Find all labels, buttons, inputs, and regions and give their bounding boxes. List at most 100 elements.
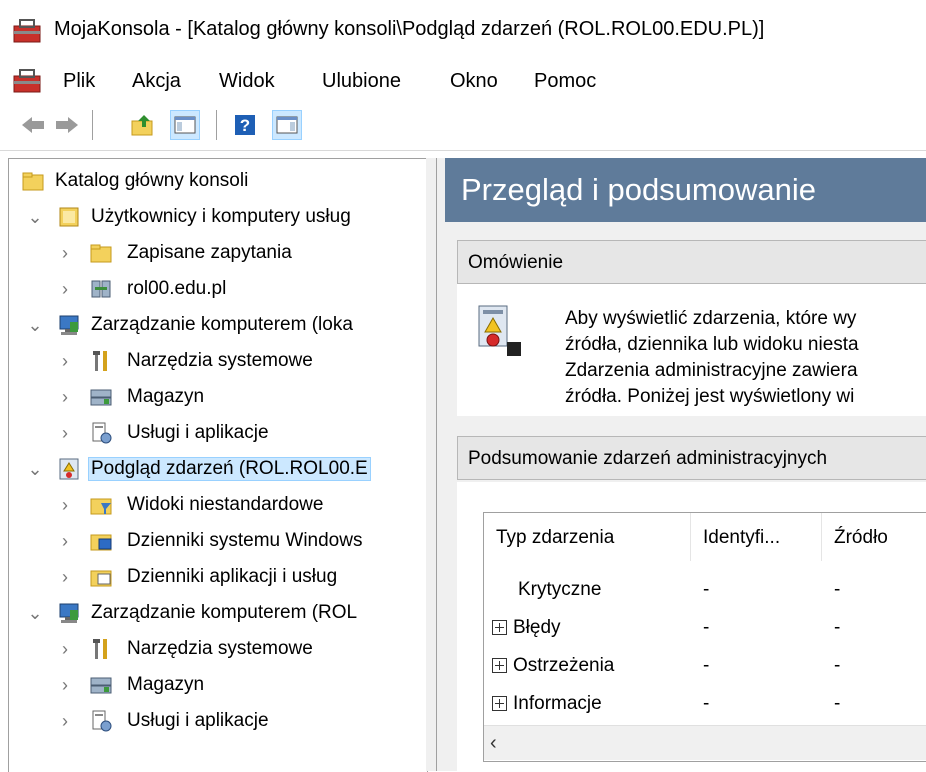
overview-section-header[interactable]: Omówienie: [457, 240, 926, 284]
chevron-right-icon[interactable]: ›: [57, 675, 73, 695]
event-type-label: Krytyczne: [518, 579, 602, 600]
svg-text:?: ?: [240, 116, 250, 135]
tree-node[interactable]: ⌄ Zarządzanie komputerem (ROL: [9, 595, 427, 631]
tree-node[interactable]: › rol00.edu.pl: [9, 271, 427, 307]
show-hide-action-pane-button[interactable]: [272, 110, 302, 140]
up-level-button[interactable]: [128, 110, 158, 140]
tree-node-label: Usługi i aplikacje: [127, 710, 269, 731]
tree-node-label: Katalog główny konsoli: [55, 170, 249, 191]
chevron-down-icon[interactable]: ⌄: [27, 459, 43, 479]
event-type-cell: Ostrzeżenia: [492, 655, 614, 677]
event-type-cell: Błędy: [492, 617, 561, 639]
tree-node[interactable]: ⌄ Podgląd zdarzeń (ROL.ROL00.E: [9, 451, 427, 487]
chevron-right-icon[interactable]: ›: [57, 351, 73, 371]
tree-node[interactable]: › Zapisane zapytania: [9, 235, 427, 271]
event-id-cell: -: [703, 579, 710, 600]
tree-node-label: Narzędzia systemowe: [127, 350, 313, 371]
overview-section-title: Omówienie: [468, 252, 564, 273]
event-source-cell: -: [834, 693, 841, 714]
custom-views-icon: [90, 498, 112, 515]
column-header-type[interactable]: Typ zdarzenia: [484, 513, 690, 561]
menu-widok[interactable]: Widok: [219, 70, 275, 93]
tree-node[interactable]: › Usługi i aplikacje: [9, 703, 427, 739]
tree-node[interactable]: ⌄ Zarządzanie komputerem (loka: [9, 307, 427, 343]
tree-node-label: Dzienniki systemu Windows: [127, 530, 363, 551]
tree-node[interactable]: › Narzędzia systemowe: [9, 631, 427, 667]
expand-plus-icon[interactable]: [492, 658, 507, 674]
tree-node[interactable]: › Dzienniki aplikacji i usług: [9, 559, 427, 595]
chevron-right-icon[interactable]: ›: [57, 531, 73, 551]
scroll-left-arrow-icon[interactable]: ‹: [490, 732, 497, 755]
tree-node[interactable]: › Usługi i aplikacje: [9, 415, 427, 451]
overview-content: Aby wyświetlić zdarzenia, które wy źródł…: [457, 284, 926, 416]
chevron-down-icon[interactable]: ⌄: [27, 603, 43, 623]
summary-section-title: Podsumowanie zdarzeń administracyjnych: [468, 448, 828, 469]
expand-plus-icon[interactable]: [492, 620, 507, 636]
tree-node-label: Magazyn: [127, 386, 205, 407]
chevron-down-icon[interactable]: ⌄: [27, 315, 43, 335]
chevron-right-icon[interactable]: ›: [57, 279, 73, 299]
title-bar: MojaKonsola - [Katalog główny konsoli\Po…: [0, 0, 926, 60]
computer-management-icon: [59, 603, 79, 623]
chevron-right-icon[interactable]: ›: [57, 387, 73, 407]
tree-node[interactable]: › Magazyn: [9, 379, 427, 415]
folder-icon: [22, 172, 44, 191]
menu-ulubione[interactable]: Ulubione: [322, 70, 401, 93]
show-hide-action-pane-icon: [276, 116, 298, 134]
services-icon: [92, 422, 112, 444]
tree-node[interactable]: ⌄ Użytkownicy i komputery usług: [9, 199, 427, 235]
details-pane: Przegląd i podsumowanie Omówienie Aby wy…: [436, 158, 926, 771]
table-row[interactable]: Krytyczne - -: [484, 573, 926, 609]
chevron-right-icon[interactable]: ›: [57, 639, 73, 659]
pane-splitter[interactable]: [426, 158, 436, 771]
tree-node-label: Narzędzia systemowe: [127, 638, 313, 659]
chevron-right-icon[interactable]: ›: [57, 243, 73, 263]
help-button[interactable]: ?: [230, 110, 260, 140]
chevron-right-icon[interactable]: ›: [57, 567, 73, 587]
forward-button[interactable]: [52, 110, 82, 140]
tree-node[interactable]: › Narzędzia systemowe: [9, 343, 427, 379]
console-tree: Katalog główny konsoli ⌄ Użytkownicy i kom…: [8, 158, 428, 772]
window-title: MojaKonsola - [Katalog główny konsoli\Po…: [54, 18, 765, 40]
table-row[interactable]: Informacje - -: [484, 687, 926, 723]
column-header-id[interactable]: Identyfi...: [691, 513, 821, 561]
chevron-right-icon[interactable]: ›: [57, 423, 73, 443]
menu-pomoc[interactable]: Pomoc: [534, 70, 596, 93]
storage-icon: [90, 677, 112, 694]
tree-node[interactable]: › Magazyn: [9, 667, 427, 703]
event-id-cell: -: [703, 617, 710, 638]
expand-plus-icon[interactable]: [492, 696, 507, 712]
menu-plik[interactable]: Plik: [63, 70, 95, 93]
tree-node-label: Zapisane zapytania: [127, 242, 292, 263]
table-row[interactable]: Ostrzeżenia - -: [484, 649, 926, 685]
event-log-warning-icon: [478, 305, 521, 356]
column-header-source[interactable]: Źródło: [822, 513, 926, 561]
event-viewer-icon: [59, 458, 79, 480]
back-button[interactable]: [18, 110, 48, 140]
chevron-down-icon[interactable]: ⌄: [27, 207, 43, 227]
help-icon: ?: [235, 115, 255, 135]
tree-node[interactable]: Katalog główny konsoli: [9, 163, 427, 199]
tools-icon: [93, 639, 107, 659]
system-menu-icon[interactable]: [12, 66, 42, 94]
event-id-cell: -: [703, 693, 710, 714]
up-folder-icon: [131, 115, 153, 136]
tree-node[interactable]: › Widoki niestandardowe: [9, 487, 427, 523]
tree-node-label: Użytkownicy i komputery usług: [91, 206, 351, 227]
tree-node[interactable]: › Dzienniki systemu Windows: [9, 523, 427, 559]
event-type-label: Błędy: [513, 617, 561, 638]
event-source-cell: -: [834, 655, 841, 676]
overview-text-line: Aby wyświetlić zdarzenia, które wy: [565, 308, 857, 329]
menu-akcja[interactable]: Akcja: [132, 70, 181, 93]
show-hide-tree-button[interactable]: [170, 110, 200, 140]
overview-text-line: źródła, dziennika lub widoku niesta: [565, 334, 859, 355]
summary-section-header[interactable]: Podsumowanie zdarzeń administracyjnych: [457, 436, 926, 480]
tree-node-label: Widoki niestandardowe: [127, 494, 324, 515]
chevron-right-icon[interactable]: ›: [57, 495, 73, 515]
chevron-right-icon[interactable]: ›: [57, 711, 73, 731]
toolbar-separator: [92, 110, 93, 140]
horizontal-scrollbar[interactable]: ‹: [484, 725, 926, 760]
menu-okno[interactable]: Okno: [450, 70, 498, 93]
forward-arrow-icon: [56, 117, 78, 133]
table-row[interactable]: Błędy - -: [484, 611, 926, 647]
